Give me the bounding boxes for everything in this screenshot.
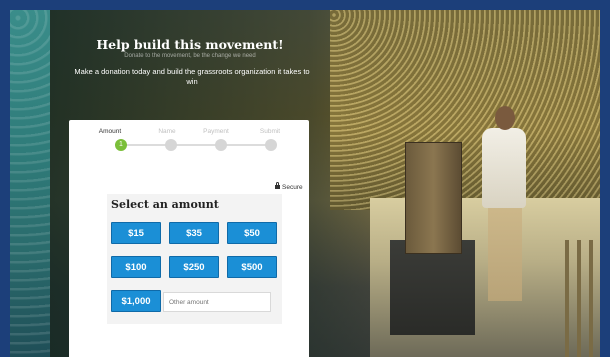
step-label-amount[interactable]: Amount [85, 128, 135, 135]
step-connector [221, 144, 269, 146]
step-dot-submit[interactable] [265, 139, 277, 151]
stage-rail-image [565, 240, 600, 357]
hero-title: Help build this movement! [96, 37, 284, 52]
amount-button-100[interactable]: $100 [111, 256, 161, 278]
hero-text: Make a donation today and build the gras… [74, 67, 310, 86]
step-connector [121, 144, 171, 146]
progress-steps: Amount Name Payment Submit 1 [69, 120, 309, 166]
step-dot-amount[interactable]: 1 [115, 139, 127, 151]
hero-subtitle: Donate to the movement, be the change we… [124, 53, 256, 59]
amount-button-250[interactable]: $250 [169, 256, 219, 278]
left-crowd-strip [10, 10, 50, 357]
background-photo: Help build this movement! Donate to the … [10, 10, 600, 357]
amount-panel: Select an amount $15 $35 $50 $100 $250 $… [107, 194, 282, 324]
speaker-head-image [495, 106, 515, 130]
section-title: Select an amount [111, 198, 219, 211]
step-label-submit[interactable]: Submit [245, 128, 295, 135]
step-label-payment[interactable]: Payment [191, 128, 241, 135]
donation-form-card: Amount Name Payment Submit 1 Secure Sele… [69, 120, 309, 357]
speaker-legs-image [488, 206, 522, 301]
step-connector [173, 144, 217, 146]
step-label-name[interactable]: Name [142, 128, 192, 135]
amount-button-15[interactable]: $15 [111, 222, 161, 244]
podium-image [405, 142, 462, 254]
step-dot-payment[interactable] [215, 139, 227, 151]
step-dot-name[interactable] [165, 139, 177, 151]
secure-indicator: Secure [275, 182, 303, 191]
step-number: 1 [119, 141, 123, 148]
crowd-image [330, 10, 600, 210]
speaker-body-image [482, 128, 526, 208]
amount-button-50[interactable]: $50 [227, 222, 277, 244]
lock-icon [275, 182, 280, 189]
secure-label: Secure [282, 184, 303, 191]
podium-base-image [390, 240, 475, 335]
amount-button-500[interactable]: $500 [227, 256, 277, 278]
other-amount-input[interactable] [163, 292, 271, 312]
amount-button-35[interactable]: $35 [169, 222, 219, 244]
amount-button-1000[interactable]: $1,000 [111, 290, 161, 312]
